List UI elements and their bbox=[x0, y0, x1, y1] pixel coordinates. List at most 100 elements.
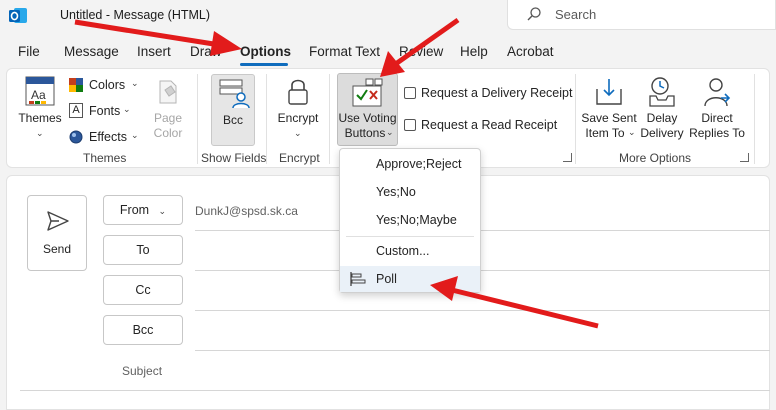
delay-label-line2: Delivery bbox=[640, 126, 684, 140]
more-options-group-label: More Options bbox=[619, 151, 692, 165]
delivery-receipt-checkbox[interactable]: Request a Delivery Receipt bbox=[404, 86, 572, 102]
page-color-label-line1: Page bbox=[153, 111, 183, 125]
menu-item-custom[interactable]: Custom... bbox=[340, 238, 480, 264]
chevron-down-icon: ⌄ bbox=[36, 128, 44, 138]
chevron-down-icon: ⌄ bbox=[386, 127, 394, 137]
ribbon-tabs: File Message Insert Draw Options Format … bbox=[0, 40, 776, 66]
tab-format-text[interactable]: Format Text bbox=[309, 44, 380, 59]
checkbox-icon bbox=[404, 119, 416, 131]
from-label: From bbox=[119, 203, 150, 217]
cc-input[interactable] bbox=[195, 276, 770, 308]
colors-icon bbox=[69, 78, 83, 92]
voting-label-line1: Use Voting bbox=[338, 111, 397, 125]
send-label: Send bbox=[42, 242, 72, 256]
tab-acrobat[interactable]: Acrobat bbox=[507, 44, 554, 59]
bcc-label: Bcc bbox=[222, 113, 243, 127]
search-icon bbox=[527, 7, 541, 21]
menu-item-poll[interactable]: Poll bbox=[340, 266, 480, 292]
direct-label-line1: Direct bbox=[701, 111, 733, 125]
use-voting-buttons-button[interactable]: Use Voting Buttons ⌄ bbox=[337, 73, 398, 146]
save-sent-item-button[interactable]: Save Sent Item To ⌄ bbox=[581, 74, 637, 150]
voting-options-menu: Approve;Reject Yes;No Yes;No;Maybe Custo… bbox=[339, 148, 481, 293]
fonts-button[interactable]: A Fonts ⌄ bbox=[69, 103, 139, 121]
save-sent-label-line2: Item To bbox=[585, 126, 625, 140]
delay-delivery-button[interactable]: Delay Delivery bbox=[638, 74, 686, 150]
send-icon bbox=[47, 211, 69, 231]
tab-help[interactable]: Help bbox=[460, 44, 488, 59]
window-title: Untitled - Message (HTML) bbox=[60, 8, 211, 22]
bcc-button[interactable]: Bcc bbox=[103, 315, 183, 345]
poll-icon bbox=[350, 272, 366, 286]
effects-icon bbox=[69, 130, 83, 144]
divider bbox=[195, 310, 770, 311]
direct-replies-button[interactable]: Direct Replies To bbox=[687, 74, 747, 150]
to-input[interactable] bbox=[195, 236, 770, 268]
encrypt-group-label: Encrypt bbox=[279, 151, 320, 165]
page-color-button[interactable]: Page Color bbox=[145, 74, 191, 150]
read-receipt-checkbox[interactable]: Request a Read Receipt bbox=[404, 118, 558, 134]
menu-separator bbox=[346, 236, 474, 237]
encrypt-label: Encrypt bbox=[277, 111, 319, 125]
chevron-down-icon: ⌄ bbox=[294, 128, 302, 138]
group-separator bbox=[266, 74, 267, 164]
tab-review[interactable]: Review bbox=[399, 44, 443, 59]
tab-file[interactable]: File bbox=[18, 44, 40, 59]
bcc-toggle-button[interactable]: Bcc bbox=[211, 74, 255, 146]
search-box[interactable]: Search bbox=[507, 0, 776, 30]
tab-message[interactable]: Message bbox=[64, 44, 119, 59]
direct-label-line2: Replies To bbox=[689, 126, 745, 140]
subject-label: Subject bbox=[122, 364, 163, 378]
send-button[interactable]: Send bbox=[27, 195, 87, 271]
themes-group-label: Themes bbox=[83, 151, 127, 165]
encrypt-button[interactable]: Encrypt ⌄ bbox=[273, 74, 323, 150]
colors-button[interactable]: Colors ⌄ bbox=[69, 77, 139, 95]
subject-input[interactable] bbox=[195, 356, 770, 388]
from-address: DunkJ@spsd.sk.ca bbox=[195, 204, 298, 218]
divider bbox=[195, 270, 770, 271]
chevron-down-icon: ⌄ bbox=[158, 206, 167, 216]
group-separator bbox=[329, 74, 330, 164]
tab-draw[interactable]: Draw bbox=[190, 44, 222, 59]
save-sent-icon bbox=[596, 79, 622, 105]
more-options-dialog-launcher[interactable] bbox=[740, 153, 749, 162]
to-button[interactable]: To bbox=[103, 235, 183, 265]
bcc-icon bbox=[219, 79, 250, 109]
bcc-input[interactable] bbox=[195, 316, 770, 348]
search-placeholder: Search bbox=[555, 7, 597, 22]
active-tab-indicator bbox=[240, 63, 288, 66]
page-color-icon bbox=[159, 80, 177, 104]
voting-icon bbox=[352, 78, 383, 107]
delay-label-line1: Delay bbox=[646, 111, 678, 125]
themes-label: Themes bbox=[18, 111, 62, 125]
menu-item-approve-reject[interactable]: Approve;Reject bbox=[340, 151, 480, 177]
delivery-receipt-label: Request a Delivery Receipt bbox=[421, 86, 573, 100]
tracking-dialog-launcher[interactable] bbox=[563, 153, 572, 162]
checkbox-icon bbox=[404, 87, 416, 99]
chevron-down-icon: ⌄ bbox=[123, 104, 131, 114]
colors-label: Colors bbox=[89, 78, 126, 92]
fonts-label: Fonts bbox=[89, 104, 121, 118]
themes-icon: Aa bbox=[25, 76, 55, 106]
menu-item-yes-no-maybe[interactable]: Yes;No;Maybe bbox=[340, 207, 480, 233]
voting-label-line2: Buttons bbox=[344, 126, 386, 140]
read-receipt-label: Request a Read Receipt bbox=[421, 118, 558, 132]
effects-label: Effects bbox=[89, 130, 127, 144]
cc-button[interactable]: Cc bbox=[103, 275, 183, 305]
lock-icon bbox=[288, 79, 308, 105]
from-button[interactable]: From ⌄ bbox=[103, 195, 183, 225]
save-sent-label-line1: Save Sent bbox=[581, 111, 637, 125]
group-separator bbox=[575, 74, 576, 164]
direct-replies-icon bbox=[704, 78, 731, 107]
outlook-app-icon[interactable] bbox=[8, 7, 28, 25]
themes-button[interactable]: Aa Themes ⌄ bbox=[17, 74, 63, 150]
divider bbox=[195, 350, 770, 351]
tab-insert[interactable]: Insert bbox=[137, 44, 171, 59]
menu-item-yes-no[interactable]: Yes;No bbox=[340, 179, 480, 205]
divider bbox=[20, 390, 770, 391]
effects-button[interactable]: Effects ⌄ bbox=[69, 129, 139, 147]
tab-options[interactable]: Options bbox=[240, 44, 291, 59]
chevron-down-icon: ⌄ bbox=[131, 78, 139, 88]
group-separator bbox=[197, 74, 198, 164]
chevron-down-icon: ⌄ bbox=[628, 127, 636, 137]
show-fields-group-label: Show Fields bbox=[201, 151, 267, 165]
